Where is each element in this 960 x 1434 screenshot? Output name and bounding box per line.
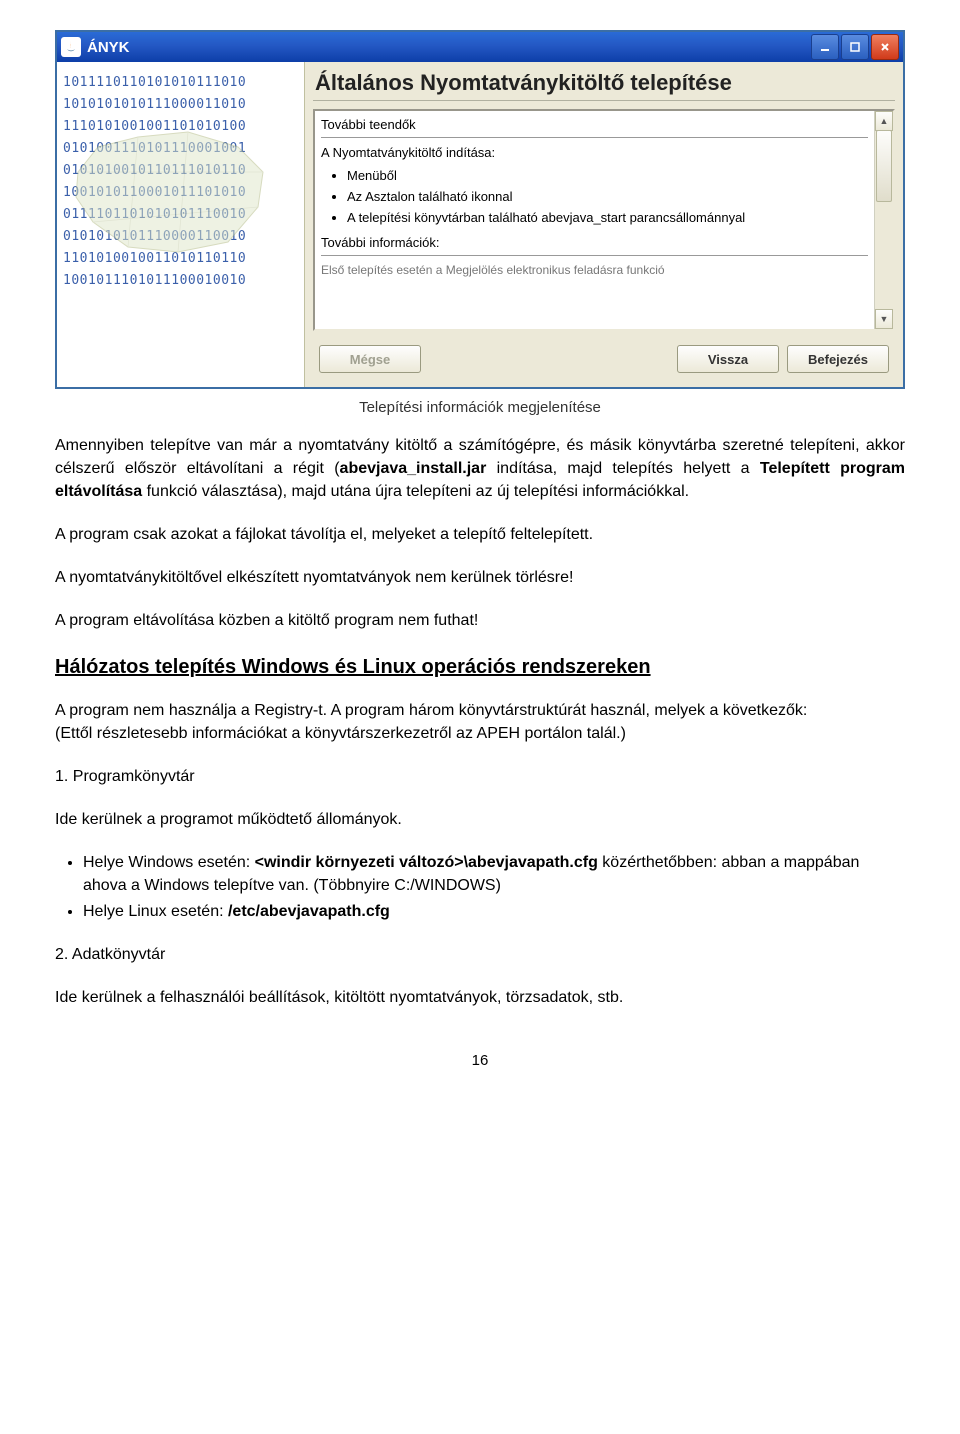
- cancel-button[interactable]: Mégse: [319, 345, 421, 373]
- decorative-binary-image: 1011110110101010111010 10101010101110000…: [63, 72, 283, 297]
- installer-sidebar: 1011110110101010111010 10101010101110000…: [57, 62, 305, 387]
- paragraph: 1. Programkönyvtár: [55, 765, 905, 788]
- content-bullet: Menüből: [347, 166, 868, 185]
- list-item: Helye Linux esetén: /etc/abevjavapath.cf…: [83, 900, 905, 923]
- scroll-up-button[interactable]: ▲: [875, 111, 893, 131]
- image-caption: Telepítési információk megjelenítése: [55, 399, 905, 416]
- page-number: 16: [55, 1049, 905, 1072]
- window-title: ÁNYK: [87, 39, 130, 56]
- scrollbar[interactable]: ▲ ▼: [874, 111, 893, 329]
- paragraph: A program csak azokat a fájlokat távolít…: [55, 523, 905, 546]
- heading: Hálózatos telepítés Windows és Linux ope…: [55, 656, 905, 679]
- installer-heading: Általános Nyomtatványkitöltő telepítése: [313, 68, 895, 101]
- paragraph: Ide kerülnek a programot működtető állom…: [55, 808, 905, 831]
- paragraph: Ide kerülnek a felhasználói beállítások,…: [55, 986, 905, 1009]
- list-item: Helye Windows esetén: <windir környezeti…: [83, 851, 905, 897]
- section-heading: További teendők: [321, 115, 868, 134]
- installer-content: További teendők A Nyomtatványkitöltő ind…: [313, 109, 895, 331]
- installer-screenshot: ÁNYK 1011110110101010111010 101010101011…: [55, 30, 905, 389]
- paragraph: Amennyiben telepítve van már a nyomtatvá…: [55, 434, 905, 503]
- section-heading: További információk:: [321, 233, 868, 252]
- java-icon: [61, 37, 81, 57]
- window-titlebar: ÁNYK: [57, 32, 903, 62]
- minimize-button[interactable]: [811, 34, 839, 60]
- content-bullet: Az Asztalon található ikonnal: [347, 187, 868, 206]
- content-line: A Nyomtatványkitöltő indítása:: [321, 143, 868, 162]
- document-body: Amennyiben telepítve van már a nyomtatvá…: [55, 434, 905, 1072]
- close-button[interactable]: [871, 34, 899, 60]
- paragraph: 2. Adatkönyvtár: [55, 943, 905, 966]
- paragraph: A program nem használja a Registry-t. A …: [55, 699, 905, 745]
- scroll-down-button[interactable]: ▼: [875, 309, 893, 329]
- truncated-line: Első telepítés esetén a Megjelölés elekt…: [321, 261, 868, 280]
- scroll-thumb[interactable]: [876, 130, 892, 202]
- paragraph: A nyomtatványkitöltővel elkészített nyom…: [55, 566, 905, 589]
- maximize-button[interactable]: [841, 34, 869, 60]
- back-button[interactable]: Vissza: [677, 345, 779, 373]
- finish-button[interactable]: Befejezés: [787, 345, 889, 373]
- content-bullet: A telepítési könyvtárban található abevj…: [347, 208, 868, 227]
- hungary-map-icon: [68, 122, 268, 262]
- paragraph: A program eltávolítása közben a kitöltő …: [55, 609, 905, 632]
